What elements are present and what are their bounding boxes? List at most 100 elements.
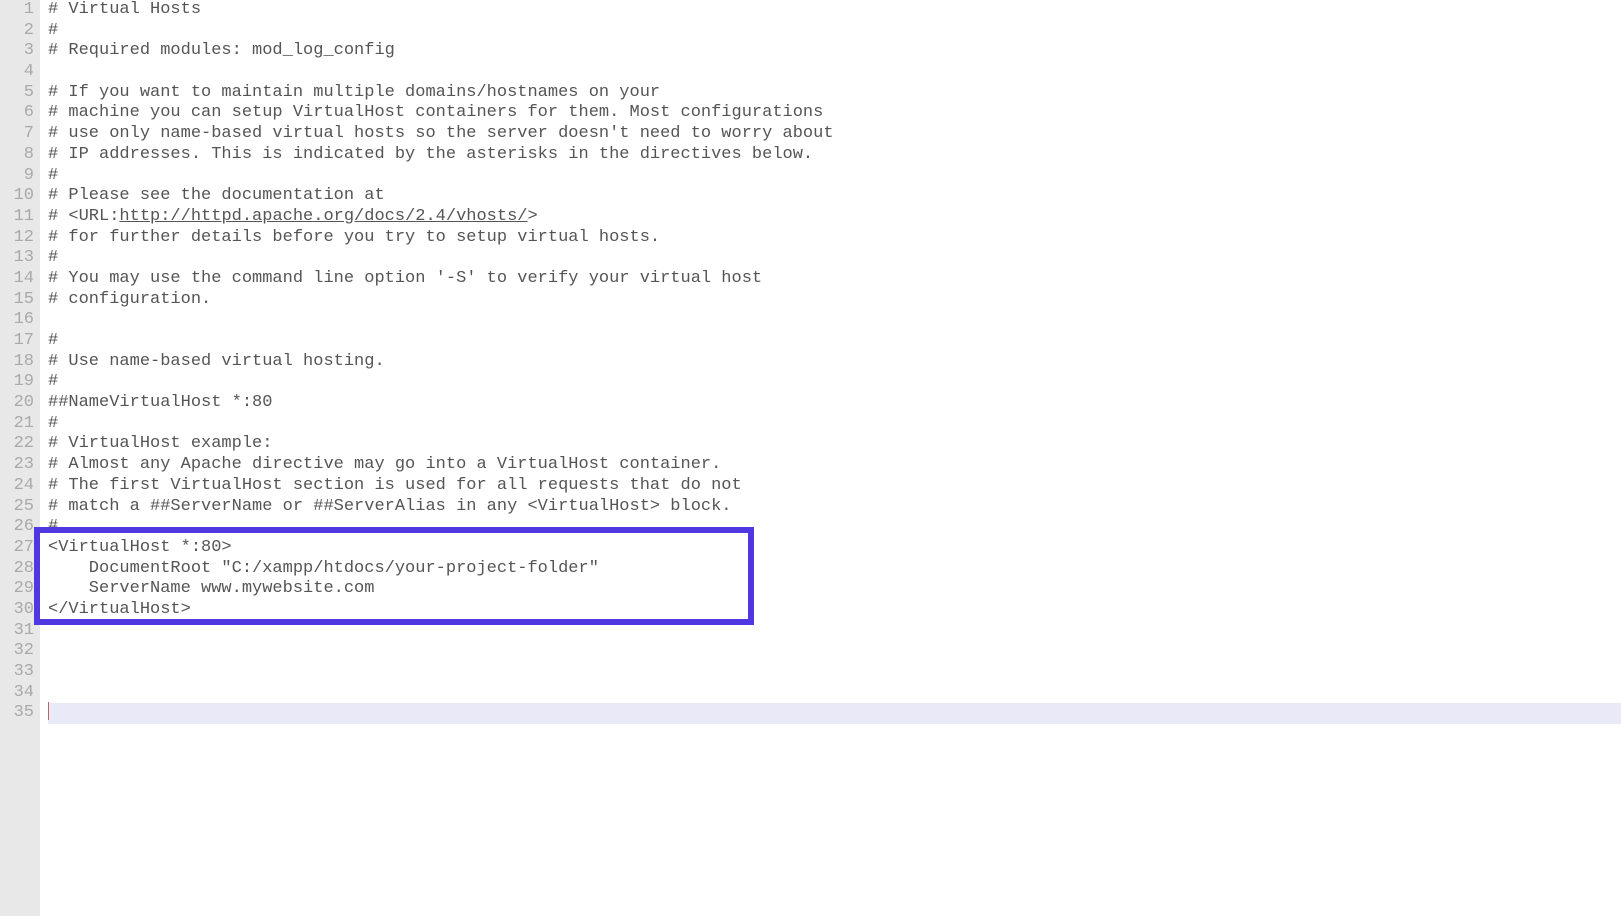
- code-line[interactable]: # use only name-based virtual hosts so t…: [48, 124, 1621, 145]
- line-number: 28: [8, 559, 34, 580]
- code-text: #: [48, 21, 58, 40]
- code-line[interactable]: # IP addresses. This is indicated by the…: [48, 145, 1621, 166]
- line-number: 31: [8, 621, 34, 642]
- code-text: # Please see the documentation at: [48, 186, 385, 205]
- line-number: 16: [8, 310, 34, 331]
- code-text: # use only name-based virtual hosts so t…: [48, 124, 834, 143]
- code-text: #: [48, 517, 58, 536]
- line-number: 26: [8, 517, 34, 538]
- line-number: 3: [8, 41, 34, 62]
- line-number: 4: [8, 62, 34, 83]
- code-text: # The first VirtualHost section is used …: [48, 476, 742, 495]
- code-line[interactable]: # Virtual Hosts: [48, 0, 1621, 21]
- code-text: # VirtualHost example:: [48, 434, 272, 453]
- code-text: # Almost any Apache directive may go int…: [48, 455, 721, 474]
- code-line[interactable]: #: [48, 517, 1621, 538]
- code-line[interactable]: [48, 62, 1621, 83]
- caret: [48, 702, 49, 720]
- line-number: 2: [8, 21, 34, 42]
- url-link[interactable]: http://httpd.apache.org/docs/2.4/vhosts/: [119, 207, 527, 226]
- line-number: 13: [8, 248, 34, 269]
- code-text: # machine you can setup VirtualHost cont…: [48, 103, 823, 122]
- line-number: 27: [8, 538, 34, 559]
- code-text: #: [48, 248, 58, 267]
- code-text: #: [48, 372, 58, 391]
- code-line[interactable]: # configuration.: [48, 290, 1621, 311]
- line-number: 14: [8, 269, 34, 290]
- code-line[interactable]: [48, 621, 1621, 642]
- code-line[interactable]: # The first VirtualHost section is used …: [48, 476, 1621, 497]
- code-line[interactable]: #: [48, 414, 1621, 435]
- code-line[interactable]: #: [48, 372, 1621, 393]
- line-number: 15: [8, 290, 34, 311]
- line-number: 6: [8, 103, 34, 124]
- code-line[interactable]: [48, 683, 1621, 704]
- code-editor: 1234567891011121314151617181920212223242…: [0, 0, 1621, 916]
- line-number: 9: [8, 166, 34, 187]
- line-number: 30: [8, 600, 34, 621]
- code-text: # If you want to maintain multiple domai…: [48, 83, 660, 102]
- line-number: 34: [8, 683, 34, 704]
- code-text: >: [528, 207, 538, 226]
- code-line[interactable]: <VirtualHost *:80>: [48, 538, 1621, 559]
- code-text: # Virtual Hosts: [48, 0, 201, 19]
- code-line[interactable]: #: [48, 248, 1621, 269]
- line-number: 22: [8, 434, 34, 455]
- code-line[interactable]: [48, 662, 1621, 683]
- line-number-gutter: 1234567891011121314151617181920212223242…: [0, 0, 40, 916]
- code-line[interactable]: #: [48, 331, 1621, 352]
- code-line[interactable]: ##NameVirtualHost *:80: [48, 393, 1621, 414]
- code-line[interactable]: # Almost any Apache directive may go int…: [48, 455, 1621, 476]
- code-text: # match a ##ServerName or ##ServerAlias …: [48, 497, 732, 516]
- code-text: #: [48, 414, 58, 433]
- code-line[interactable]: [48, 310, 1621, 331]
- line-number: 25: [8, 497, 34, 518]
- line-number: 17: [8, 331, 34, 352]
- code-text: # Use name-based virtual hosting.: [48, 352, 385, 371]
- code-line[interactable]: # match a ##ServerName or ##ServerAlias …: [48, 497, 1621, 518]
- code-line[interactable]: # If you want to maintain multiple domai…: [48, 83, 1621, 104]
- code-line[interactable]: # Use name-based virtual hosting.: [48, 352, 1621, 373]
- code-line[interactable]: #: [48, 21, 1621, 42]
- code-line[interactable]: # Please see the documentation at: [48, 186, 1621, 207]
- code-text: # You may use the command line option '-…: [48, 269, 762, 288]
- line-number: 21: [8, 414, 34, 435]
- line-number: 1: [8, 0, 34, 21]
- line-number: 24: [8, 476, 34, 497]
- code-line[interactable]: # You may use the command line option '-…: [48, 269, 1621, 290]
- code-line[interactable]: # VirtualHost example:: [48, 434, 1621, 455]
- line-number: 11: [8, 207, 34, 228]
- code-text: # for further details before you try to …: [48, 228, 660, 247]
- code-text: </VirtualHost>: [48, 600, 191, 619]
- code-line[interactable]: ServerName www.mywebsite.com: [48, 579, 1621, 600]
- line-number: 18: [8, 352, 34, 373]
- code-line[interactable]: [48, 641, 1621, 662]
- code-text: ##NameVirtualHost *:80: [48, 393, 272, 412]
- code-area[interactable]: # Virtual Hosts## Required modules: mod_…: [40, 0, 1621, 916]
- line-number: 20: [8, 393, 34, 414]
- code-line[interactable]: # for further details before you try to …: [48, 228, 1621, 249]
- code-text: #: [48, 166, 58, 185]
- code-line[interactable]: DocumentRoot "C:/xampp/htdocs/your-proje…: [48, 559, 1621, 580]
- line-number: 8: [8, 145, 34, 166]
- line-number: 10: [8, 186, 34, 207]
- line-number: 32: [8, 641, 34, 662]
- line-number: 29: [8, 579, 34, 600]
- line-number: 19: [8, 372, 34, 393]
- line-number: 23: [8, 455, 34, 476]
- code-text: <VirtualHost *:80>: [48, 538, 232, 557]
- code-text: # IP addresses. This is indicated by the…: [48, 145, 813, 164]
- code-text: #: [48, 331, 58, 350]
- code-line[interactable]: #: [48, 166, 1621, 187]
- code-line[interactable]: # <URL:http://httpd.apache.org/docs/2.4/…: [48, 207, 1621, 228]
- code-text: ServerName www.mywebsite.com: [48, 579, 374, 598]
- code-line[interactable]: # machine you can setup VirtualHost cont…: [48, 103, 1621, 124]
- line-number: 12: [8, 228, 34, 249]
- line-number: 33: [8, 662, 34, 683]
- code-line[interactable]: </VirtualHost>: [48, 600, 1621, 621]
- code-text: # Required modules: mod_log_config: [48, 41, 395, 60]
- code-line[interactable]: # Required modules: mod_log_config: [48, 41, 1621, 62]
- code-line[interactable]: [48, 703, 1621, 724]
- code-text: DocumentRoot "C:/xampp/htdocs/your-proje…: [48, 559, 599, 578]
- code-text: # <URL:: [48, 207, 119, 226]
